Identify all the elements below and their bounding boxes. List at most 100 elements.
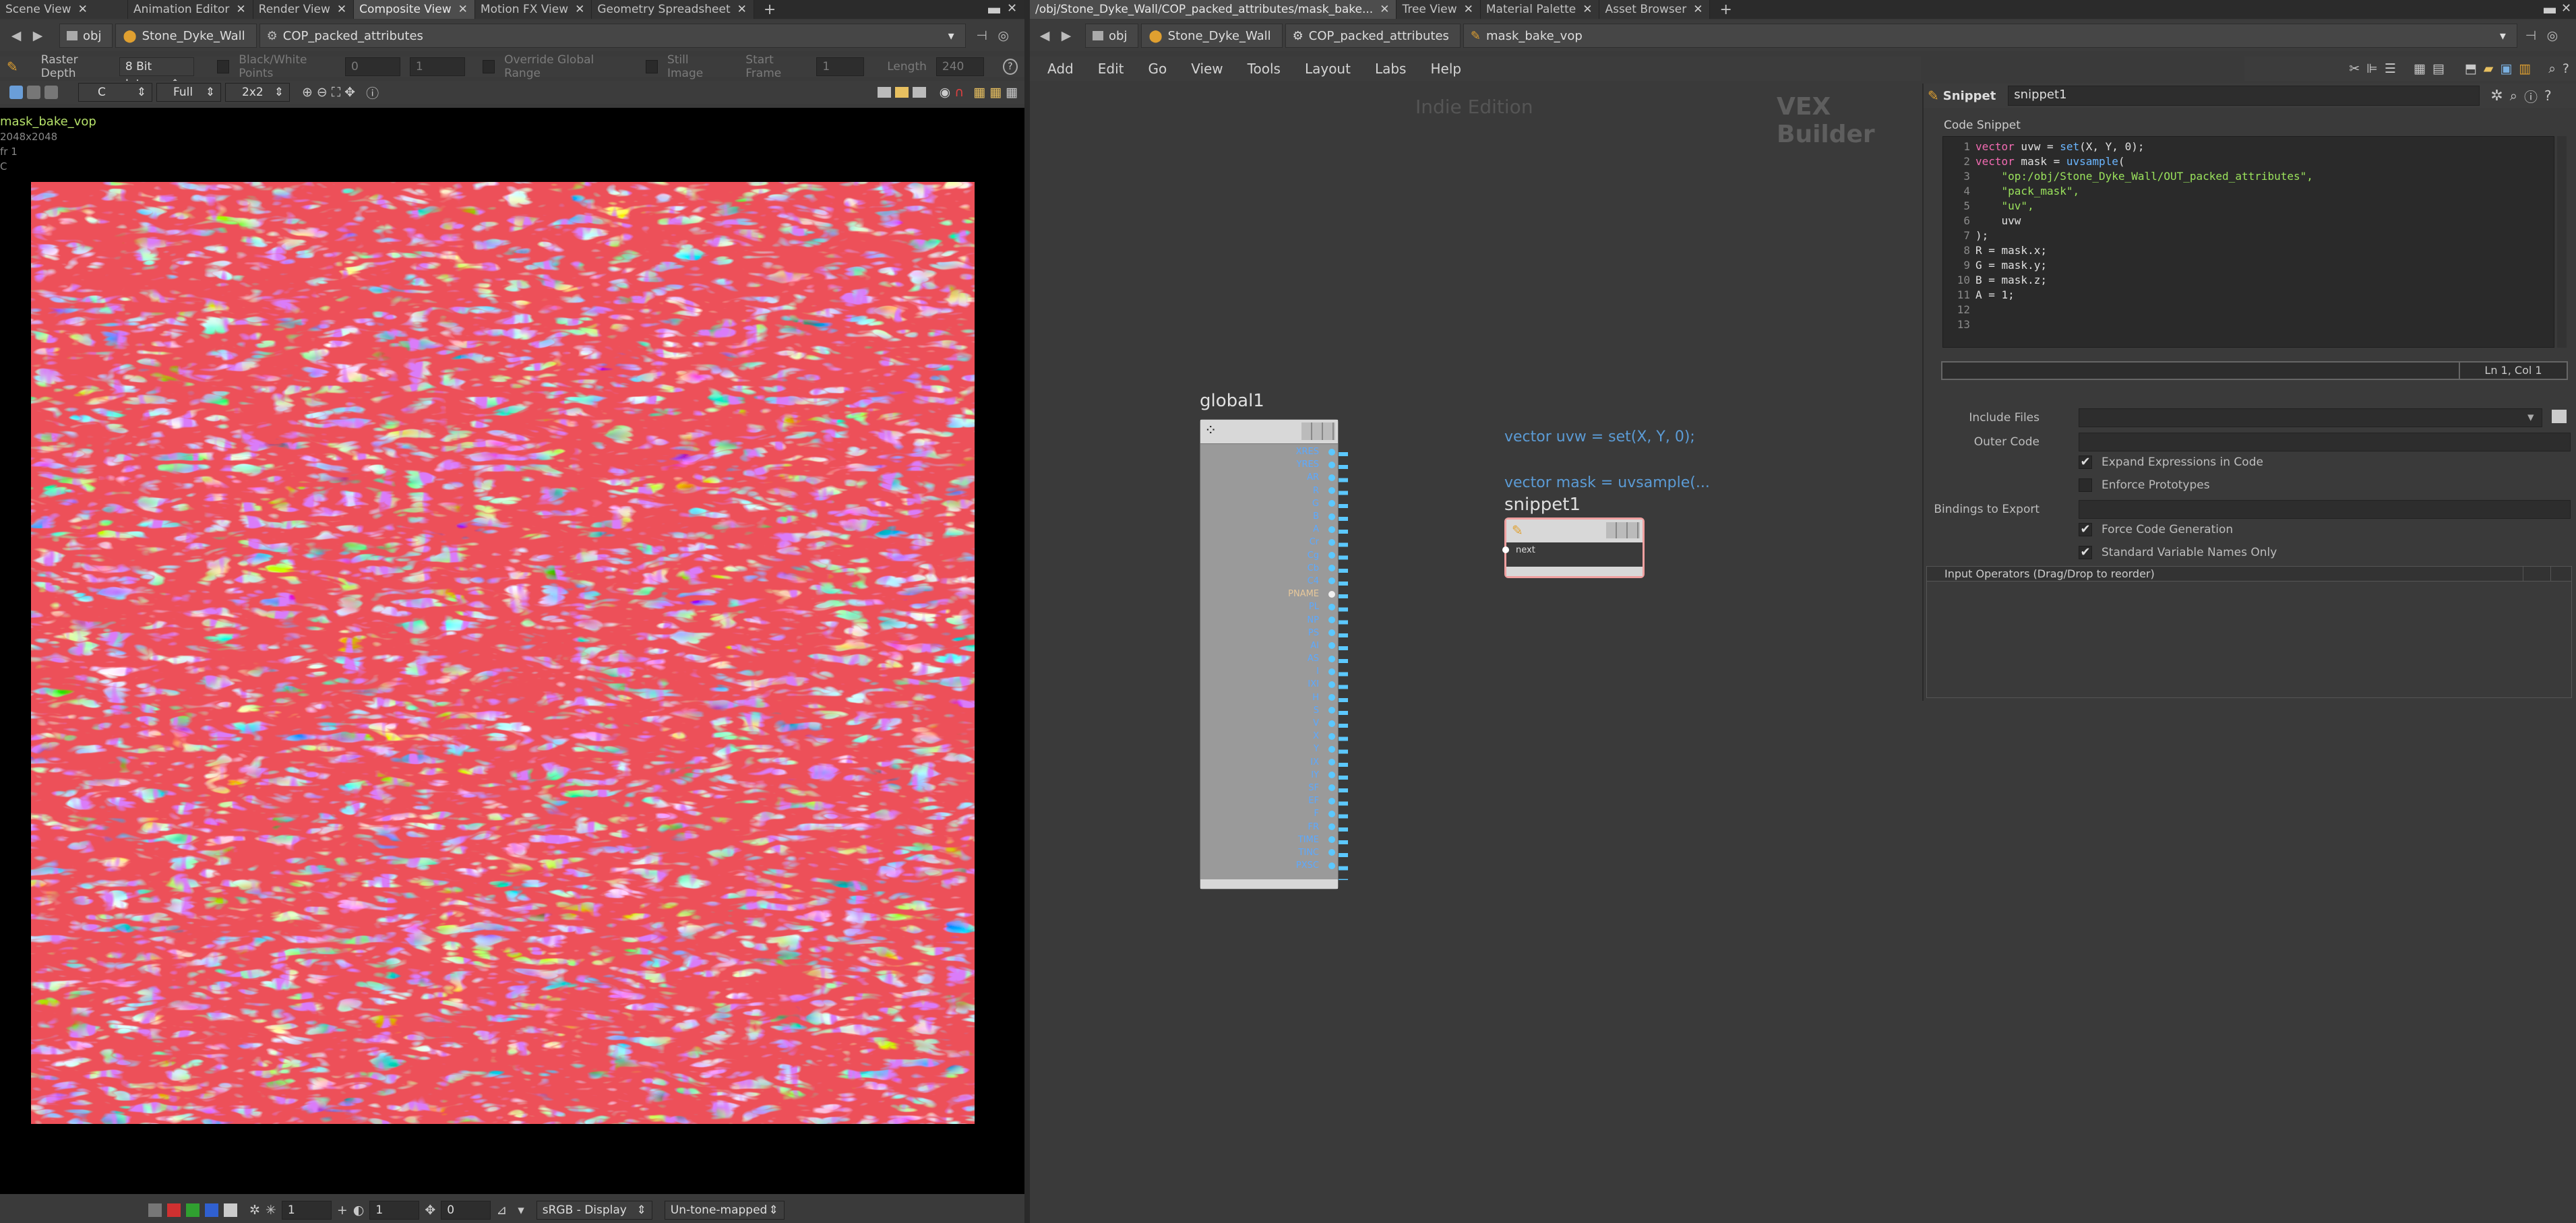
layout-icon[interactable]: ▤ xyxy=(2432,61,2445,76)
frame-a-field[interactable]: 1 xyxy=(281,1200,332,1220)
force-codegen-checkbox[interactable]: ✔ xyxy=(2079,523,2092,536)
global-node-header[interactable]: ⁘ xyxy=(1200,420,1338,444)
global-port-ef[interactable]: EF xyxy=(1200,794,1338,807)
left-tab-0[interactable]: Scene View ✕ xyxy=(0,0,128,19)
headphones-icon[interactable]: ∩ xyxy=(954,85,964,100)
zoom-out-icon[interactable]: ⊖ xyxy=(317,85,328,100)
compare-icon[interactable] xyxy=(44,86,58,99)
param-help-icon[interactable]: ? xyxy=(2544,88,2552,104)
global-port-cb[interactable]: Cb xyxy=(1200,562,1338,575)
override-range-checkbox[interactable] xyxy=(482,60,495,73)
global-port-np[interactable]: NP xyxy=(1200,613,1338,626)
color-space-select[interactable]: sRGB - Display ⇕ xyxy=(536,1200,652,1220)
menu-add[interactable]: Add xyxy=(1047,61,1074,77)
resolution-select[interactable]: Full ⇕ xyxy=(156,83,221,102)
list-icon[interactable]: ☰ xyxy=(2385,61,2396,76)
param-info-icon[interactable]: ⓘ xyxy=(2524,86,2538,106)
blue-channel-icon[interactable] xyxy=(205,1203,218,1217)
code-line[interactable]: A = 1; xyxy=(1975,288,2313,303)
global-port-cg[interactable]: Cg xyxy=(1200,549,1338,562)
param-search-icon[interactable]: ⌕ xyxy=(2510,88,2517,104)
lut-icon[interactable]: ⊿ xyxy=(496,1203,507,1218)
global-port-ixi[interactable]: IXI xyxy=(1200,678,1338,691)
global-port-c4[interactable]: C4 xyxy=(1200,575,1338,588)
grid-2-icon[interactable]: ▦ xyxy=(989,85,1002,100)
input-operators-list[interactable]: Input Operators (Drag/Drop to reorder) xyxy=(1926,566,2572,698)
menu-help[interactable]: Help xyxy=(1430,61,1461,77)
viewer-mode-icon[interactable] xyxy=(9,86,23,99)
bw-max-field[interactable]: 1 xyxy=(409,57,465,76)
code-line[interactable]: R = mask.x; xyxy=(1975,243,2313,258)
bindings-field[interactable] xyxy=(2079,500,2571,519)
enforce-prototypes-checkbox[interactable] xyxy=(2079,478,2092,492)
global-port-ar[interactable]: AR xyxy=(1200,471,1338,484)
tree-icon[interactable]: ⊫ xyxy=(2366,61,2378,76)
global-port-a[interactable]: A xyxy=(1200,523,1338,536)
grid-view-icon[interactable]: ▦ xyxy=(2414,61,2426,76)
global-port-g[interactable]: G xyxy=(1200,497,1338,510)
global-port-r[interactable]: R xyxy=(1200,484,1338,497)
net-pin-icon[interactable]: ⊣ xyxy=(2520,25,2542,46)
global-port-s[interactable]: S xyxy=(1200,704,1338,717)
net-path-dropdown-icon[interactable]: ▾ xyxy=(2500,29,2506,43)
net-crumb-obj[interactable]: obj xyxy=(1085,24,1139,48)
tab-close-icon[interactable]: ✕ xyxy=(1380,3,1389,16)
tab-close-icon[interactable]: ✕ xyxy=(458,3,468,16)
left-tab-1[interactable]: Animation Editor ✕ xyxy=(128,0,253,19)
left-add-tab-icon[interactable]: + xyxy=(754,0,786,19)
green-channel-icon[interactable] xyxy=(186,1203,200,1217)
tools-icon[interactable]: ✂ xyxy=(2349,61,2360,76)
grid-1-icon[interactable]: ▦ xyxy=(973,85,985,100)
net-link-icon[interactable]: ◎ xyxy=(2542,25,2563,46)
left-tab-4[interactable]: Motion FX View ✕ xyxy=(474,0,592,19)
code-line[interactable]: "op:/obj/Stone_Dyke_Wall/OUT_packed_attr… xyxy=(1975,169,2313,184)
zoom-in-icon[interactable]: ⊕ xyxy=(302,85,313,100)
net-crumb-stone-dyke-wall[interactable]: ⬤ Stone_Dyke_Wall xyxy=(1141,24,1283,48)
global-port-v[interactable]: V xyxy=(1200,717,1338,730)
node-name-field[interactable]: snippet1 xyxy=(2008,86,2480,106)
menu-edit[interactable]: Edit xyxy=(1098,61,1124,77)
camera-icon[interactable]: ◉ xyxy=(940,85,951,100)
global-port-pl[interactable]: PL xyxy=(1200,600,1338,613)
global-port-xres[interactable]: XRES xyxy=(1200,445,1338,458)
left-tab-3[interactable]: Composite View ✕ xyxy=(354,0,475,19)
code-line[interactable]: vector uvw = set(X, Y, 0); xyxy=(1975,139,2313,154)
right-add-tab-icon[interactable]: + xyxy=(1710,0,1742,19)
global-node-flags-icon[interactable] xyxy=(1301,422,1335,440)
sticky-line-2[interactable]: vector mask = uvsample(... xyxy=(1504,474,1710,491)
frame-icon[interactable]: ⛶ xyxy=(332,85,340,100)
menu-layout[interactable]: Layout xyxy=(1305,61,1351,77)
target-icon[interactable]: ✳ xyxy=(266,1203,276,1218)
menu-labs[interactable]: Labs xyxy=(1375,61,1407,77)
file-chooser-icon[interactable] xyxy=(2552,410,2567,423)
code-line[interactable]: B = mask.z; xyxy=(1975,273,2313,288)
global-port-yres[interactable]: YRES xyxy=(1200,458,1338,471)
sticky-line-1[interactable]: vector uvw = set(X, Y, 0); xyxy=(1504,429,1695,445)
right-tab-3[interactable]: Asset Browser ✕ xyxy=(1599,0,1711,19)
contrast-icon[interactable]: ◐ xyxy=(353,1203,365,1218)
global-port-ix[interactable]: IX xyxy=(1200,756,1338,769)
global-port-time[interactable]: TIME xyxy=(1200,834,1338,846)
tab-close-icon[interactable]: ✕ xyxy=(575,3,584,16)
global-port-pname[interactable]: PNAME xyxy=(1200,588,1338,600)
global-port-y[interactable]: Y xyxy=(1200,743,1338,755)
global-port-ai[interactable]: AI xyxy=(1200,639,1338,652)
net-forward-arrow-icon[interactable]: ▶ xyxy=(1055,25,1077,46)
snippet-node-header[interactable]: ✎ xyxy=(1506,520,1643,542)
frame-c-field[interactable]: 0 xyxy=(441,1200,491,1220)
outer-code-field[interactable] xyxy=(2079,433,2571,451)
snippet-node-flags-icon[interactable] xyxy=(1606,522,1640,538)
global-port-f[interactable]: F xyxy=(1200,807,1338,820)
left-pane-close-icon[interactable]: ✕ xyxy=(1007,1,1017,15)
image-icon[interactable]: ▣ xyxy=(2500,61,2512,76)
include-files-dropdown-icon[interactable]: ▾ xyxy=(2527,410,2534,425)
net-crumb-cop[interactable]: ⚙ COP_packed_attributes xyxy=(1285,24,1461,48)
sticky-note-icon[interactable]: ▰ xyxy=(2484,61,2494,76)
info-icon[interactable]: ⓘ xyxy=(366,84,379,102)
code-body[interactable]: vector uvw = set(X, Y, 0); vector mask = … xyxy=(1975,139,2313,303)
link-icon[interactable]: ◎ xyxy=(993,25,1014,46)
tab-close-icon[interactable]: ✕ xyxy=(1464,3,1473,16)
path-crumb-stone-dyke-wall[interactable]: ⬤ Stone_Dyke_Wall xyxy=(115,24,257,48)
bw-points-checkbox[interactable] xyxy=(216,60,230,73)
input-operators-header[interactable]: Input Operators (Drag/Drop to reorder) xyxy=(1927,566,2571,582)
